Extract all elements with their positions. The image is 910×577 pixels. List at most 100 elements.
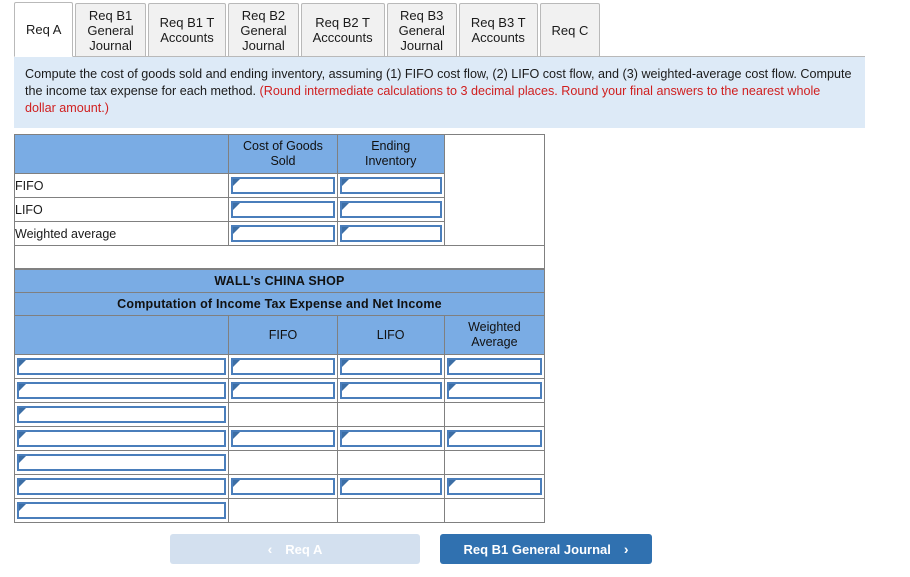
table-header-row: Cost of Goods Sold Ending Inventory <box>13 134 546 246</box>
input-field[interactable] <box>231 478 335 495</box>
input-field[interactable] <box>231 382 335 399</box>
input-cell-weighted-average-1[interactable] <box>443 354 546 379</box>
statement-subtitle-row: Computation of Income Tax Expense and Ne… <box>14 292 545 316</box>
input-cell-weighted-average-2[interactable] <box>443 378 546 403</box>
input-field[interactable] <box>339 430 442 447</box>
input-cell-fifo-2[interactable] <box>228 378 338 403</box>
input-field[interactable] <box>446 358 542 375</box>
row-label-weighted-average: Weighted average <box>13 221 230 246</box>
table-row <box>13 498 546 523</box>
input-cell-line-label-4[interactable] <box>13 426 230 451</box>
input-cell-line-label-3[interactable] <box>13 402 230 427</box>
table-row <box>13 474 546 499</box>
footer-navigation: ‹ Req A Req B1 General Journal › <box>0 534 910 564</box>
next-requirement-button[interactable]: Req B1 General Journal › <box>440 534 652 564</box>
tab-req-b3-t-accounts[interactable]: Req B3 T Accounts <box>458 3 538 57</box>
column-header-ending-inventory: Ending Inventory <box>336 134 445 174</box>
input-field[interactable] <box>339 358 442 375</box>
subtotal-cell-weighted-average-5 <box>443 450 546 475</box>
column-header-lifo: LIFO <box>336 315 445 355</box>
next-button-label: Req B1 General Journal <box>463 541 611 557</box>
subtotal-cell-fifo-5 <box>228 450 338 475</box>
input-field[interactable] <box>17 430 227 447</box>
input-cell-fifo-cogs[interactable] <box>228 173 338 198</box>
input-cell-lifo-4[interactable] <box>336 426 445 451</box>
column-header-cost-of-goods-sold: Cost of Goods Sold <box>228 134 338 174</box>
company-name-heading: WALL's CHINA SHOP <box>14 269 545 293</box>
column-header-blank-two <box>13 315 230 355</box>
row-label-lifo: LIFO <box>13 197 230 222</box>
input-cell-lifo-2[interactable] <box>336 378 445 403</box>
company-title-row: WALL's CHINA SHOP <box>14 269 545 293</box>
input-field[interactable] <box>17 358 227 375</box>
input-field[interactable] <box>339 382 442 399</box>
tab-req-b3-general-journal[interactable]: Req B3 General Journal <box>386 3 457 57</box>
input-field[interactable] <box>339 225 442 242</box>
input-cell-line-label-1[interactable] <box>13 354 230 379</box>
cogs-ending-inventory-table: Cost of Goods Sold Ending Inventory FIFO… <box>13 134 546 269</box>
previous-button-label: Req A <box>285 541 323 557</box>
blank-spacer-cell <box>14 245 545 269</box>
input-field[interactable] <box>17 454 227 471</box>
input-cell-line-label-2[interactable] <box>13 378 230 403</box>
input-field[interactable] <box>446 478 542 495</box>
input-field[interactable] <box>17 382 227 399</box>
previous-requirement-button[interactable]: ‹ Req A <box>170 534 420 564</box>
tab-label: Req B1 General Journal <box>87 7 134 53</box>
tab-req-a[interactable]: Req A <box>14 2 74 57</box>
input-cell-line-label-6[interactable] <box>13 474 230 499</box>
table-row <box>13 354 546 379</box>
input-cell-weighted-average-6[interactable] <box>443 474 546 499</box>
input-cell-fifo-4[interactable] <box>228 426 338 451</box>
input-field[interactable] <box>231 225 335 242</box>
total-cell-lifo-7 <box>336 498 445 523</box>
input-field[interactable] <box>231 430 335 447</box>
tab-label: Req B2 General Journal <box>240 7 287 53</box>
table-one-spacer-column <box>443 134 546 246</box>
instruction-banner: Compute the cost of goods sold and endin… <box>14 57 865 128</box>
input-field[interactable] <box>231 201 335 218</box>
statement-subtitle: Computation of Income Tax Expense and Ne… <box>14 292 545 316</box>
input-field[interactable] <box>17 502 227 519</box>
row-label-fifo: FIFO <box>13 173 230 198</box>
tab-req-b1-t-accounts[interactable]: Req B1 T Accounts <box>147 3 227 57</box>
input-cell-lifo-ending-inv[interactable] <box>336 197 445 222</box>
input-cell-lifo-1[interactable] <box>336 354 445 379</box>
input-field[interactable] <box>446 430 542 447</box>
input-cell-fifo-6[interactable] <box>228 474 338 499</box>
input-cell-weighted-average-4[interactable] <box>443 426 546 451</box>
tab-label: Req B3 T Accounts <box>470 15 526 45</box>
input-field[interactable] <box>17 406 227 423</box>
input-field[interactable] <box>339 201 442 218</box>
tab-req-b2-t-accounts[interactable]: Req B2 T Acccounts <box>300 3 385 57</box>
subtotal-cell-lifo-3 <box>336 402 445 427</box>
input-field[interactable] <box>339 177 442 194</box>
input-field[interactable] <box>17 478 227 495</box>
total-cell-weighted-average-7 <box>443 498 546 523</box>
input-cell-weighted-average-ending-inv[interactable] <box>336 221 445 246</box>
column-header-weighted-average: Weighted Average <box>443 315 546 355</box>
table-row <box>13 402 546 427</box>
tab-req-b2-general-journal[interactable]: Req B2 General Journal <box>228 3 299 57</box>
input-cell-weighted-average-cogs[interactable] <box>228 221 338 246</box>
table-row <box>13 450 546 475</box>
total-cell-fifo-7 <box>228 498 338 523</box>
tab-req-b1-general-journal[interactable]: Req B1 General Journal <box>75 3 146 57</box>
input-cell-lifo-cogs[interactable] <box>228 197 338 222</box>
input-field[interactable] <box>446 382 542 399</box>
input-field[interactable] <box>339 478 442 495</box>
subtotal-cell-lifo-5 <box>336 450 445 475</box>
table-one-blank-row <box>14 245 545 269</box>
chevron-right-icon: › <box>623 541 629 557</box>
input-cell-lifo-6[interactable] <box>336 474 445 499</box>
tab-label: Req B1 T Accounts <box>159 15 215 45</box>
input-cell-line-label-5[interactable] <box>13 450 230 475</box>
input-cell-fifo-1[interactable] <box>228 354 338 379</box>
input-field[interactable] <box>231 177 335 194</box>
tab-req-c[interactable]: Req C <box>539 3 601 57</box>
column-header-blank <box>13 134 230 174</box>
input-field[interactable] <box>231 358 335 375</box>
income-tax-net-income-table: WALL's CHINA SHOP Computation of Income … <box>13 269 546 523</box>
input-cell-fifo-ending-inv[interactable] <box>336 173 445 198</box>
input-cell-line-label-7[interactable] <box>13 498 230 523</box>
